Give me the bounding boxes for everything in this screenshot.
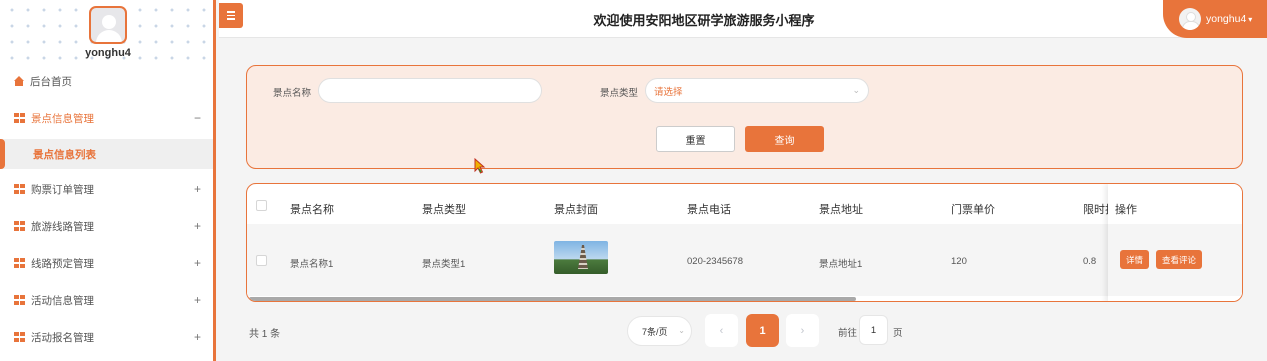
next-page-button[interactable]: › [786, 314, 819, 347]
page-title: 欢迎使用安阳地区研学旅游服务小程序 [593, 13, 815, 28]
grid-icon [14, 184, 25, 194]
expand-icon[interactable]: + [194, 293, 201, 307]
column-header[interactable]: 景点电话 [687, 201, 731, 217]
user-menu[interactable]: yonghu4 ▾ [1163, 0, 1267, 38]
top-header: 欢迎使用安阳地区研学旅游服务小程序 yonghu4 ▾ [219, 0, 1267, 38]
select-all-checkbox[interactable] [256, 200, 267, 211]
search-panel: 景点名称 景点类型 请选择 ⌄ 重置 查询 [246, 65, 1243, 169]
cell-scenic-type: 景点类型1 [422, 259, 466, 270]
horizontal-scrollbar[interactable] [249, 297, 856, 301]
home-icon [14, 75, 24, 86]
sidebar-item-travel-routes[interactable]: 旅游线路管理 + [0, 211, 213, 241]
column-header[interactable]: 景点类型 [422, 201, 466, 217]
sidebar-item-label: 活动信息管理 [31, 294, 94, 307]
cell-ticket-price: 120 [951, 256, 967, 267]
query-button[interactable]: 查询 [745, 126, 824, 152]
sidebar-item-ticket-orders[interactable]: 购票订单管理 + [0, 174, 213, 204]
total-count: 共 1 条 [249, 329, 281, 340]
prev-page-button[interactable]: ‹ [705, 314, 738, 347]
sidebar-item-label: 购票订单管理 [31, 183, 94, 196]
collapse-icon[interactable]: − [194, 111, 201, 125]
sidebar-username: yonghu4 [85, 47, 131, 59]
column-header: 操作 [1115, 204, 1137, 216]
column-header[interactable]: 门票单价 [951, 201, 995, 217]
sidebar-item-label: 后台首页 [30, 75, 72, 88]
sidebar-item-label: 线路预定管理 [31, 257, 94, 270]
scenic-type-label: 景点类型 [600, 88, 639, 99]
column-header[interactable]: 景点名称 [290, 201, 334, 217]
page-number-button[interactable]: 1 [746, 314, 779, 347]
scenic-name-input[interactable] [318, 78, 542, 103]
mouse-pointer-icon [474, 158, 486, 174]
page-size-select[interactable]: 7条/页 ⌄ [627, 316, 692, 346]
grid-icon [14, 113, 25, 123]
goto-prefix-label: 前往 [838, 328, 858, 339]
sidebar-item-route-booking[interactable]: 线路预定管理 + [0, 248, 213, 278]
sidebar-item-activity-signup[interactable]: 活动报名管理 + [0, 322, 213, 352]
sidebar-item-home[interactable]: 后台首页 [0, 66, 213, 96]
sidebar-subitem-scenic-list[interactable]: 景点信息列表 [0, 139, 213, 169]
actions-column: 操作 详情 查看评论 [1108, 184, 1242, 301]
avatar-head-shape [102, 15, 116, 29]
goto-page-input[interactable]: 1 [859, 315, 888, 345]
sidebar-item-label: 旅游线路管理 [31, 220, 94, 233]
view-comments-button[interactable]: 查看评论 [1156, 250, 1202, 269]
expand-icon[interactable]: + [194, 219, 201, 233]
column-header[interactable]: 景点封面 [554, 201, 598, 217]
chevron-down-icon: ⌄ [852, 85, 860, 95]
grid-icon [14, 295, 25, 305]
scenic-cover-image[interactable] [554, 241, 608, 274]
sidebar-subitem-label: 景点信息列表 [33, 148, 96, 161]
cell-scenic-phone: 020-2345678 [687, 256, 743, 267]
user-menu-name: yonghu4 [1206, 13, 1247, 25]
scenic-name-label: 景点名称 [273, 88, 312, 99]
avatar[interactable] [89, 6, 127, 44]
goto-suffix-label: 页 [893, 328, 903, 339]
expand-icon[interactable]: + [194, 256, 201, 270]
sidebar-item-label: 景点信息管理 [31, 112, 94, 125]
expand-icon[interactable]: + [194, 330, 201, 344]
grid-icon [14, 221, 25, 231]
data-table: 景点名称 景点类型 景点封面 景点电话 景点地址 门票单价 限时打 景点名称1 … [246, 183, 1243, 302]
reset-button[interactable]: 重置 [656, 126, 735, 152]
page-size-value: 7条/页 [642, 326, 668, 337]
cell-scenic-address: 景点地址1 [819, 259, 863, 270]
row-checkbox[interactable] [256, 255, 267, 266]
column-header[interactable]: 景点地址 [819, 201, 863, 217]
sidebar-item-label: 活动报名管理 [31, 331, 94, 344]
detail-button[interactable]: 详情 [1120, 250, 1149, 269]
grid-icon [14, 258, 25, 268]
expand-icon[interactable]: + [194, 182, 201, 196]
pagoda-shape [578, 245, 588, 269]
cell-scenic-name: 景点名称1 [290, 259, 334, 270]
chevron-down-icon: ⌄ [678, 326, 685, 335]
active-indicator [0, 139, 5, 169]
user-avatar-icon [1179, 8, 1201, 30]
scenic-type-select[interactable]: 请选择 ⌄ [645, 78, 869, 103]
cell-discount: 0.8 [1083, 256, 1097, 267]
sidebar: yonghu4 后台首页 景点信息管理 − 景点信息列表 购票订单管理 + 旅游… [0, 0, 216, 361]
avatar-body-shape [96, 30, 122, 42]
sidebar-item-scenic-info[interactable]: 景点信息管理 − [0, 103, 213, 133]
sidebar-item-activity-info[interactable]: 活动信息管理 + [0, 285, 213, 315]
chevron-down-icon: ▾ [1248, 14, 1253, 24]
select-placeholder: 请选择 [654, 86, 683, 98]
grid-icon [14, 332, 25, 342]
